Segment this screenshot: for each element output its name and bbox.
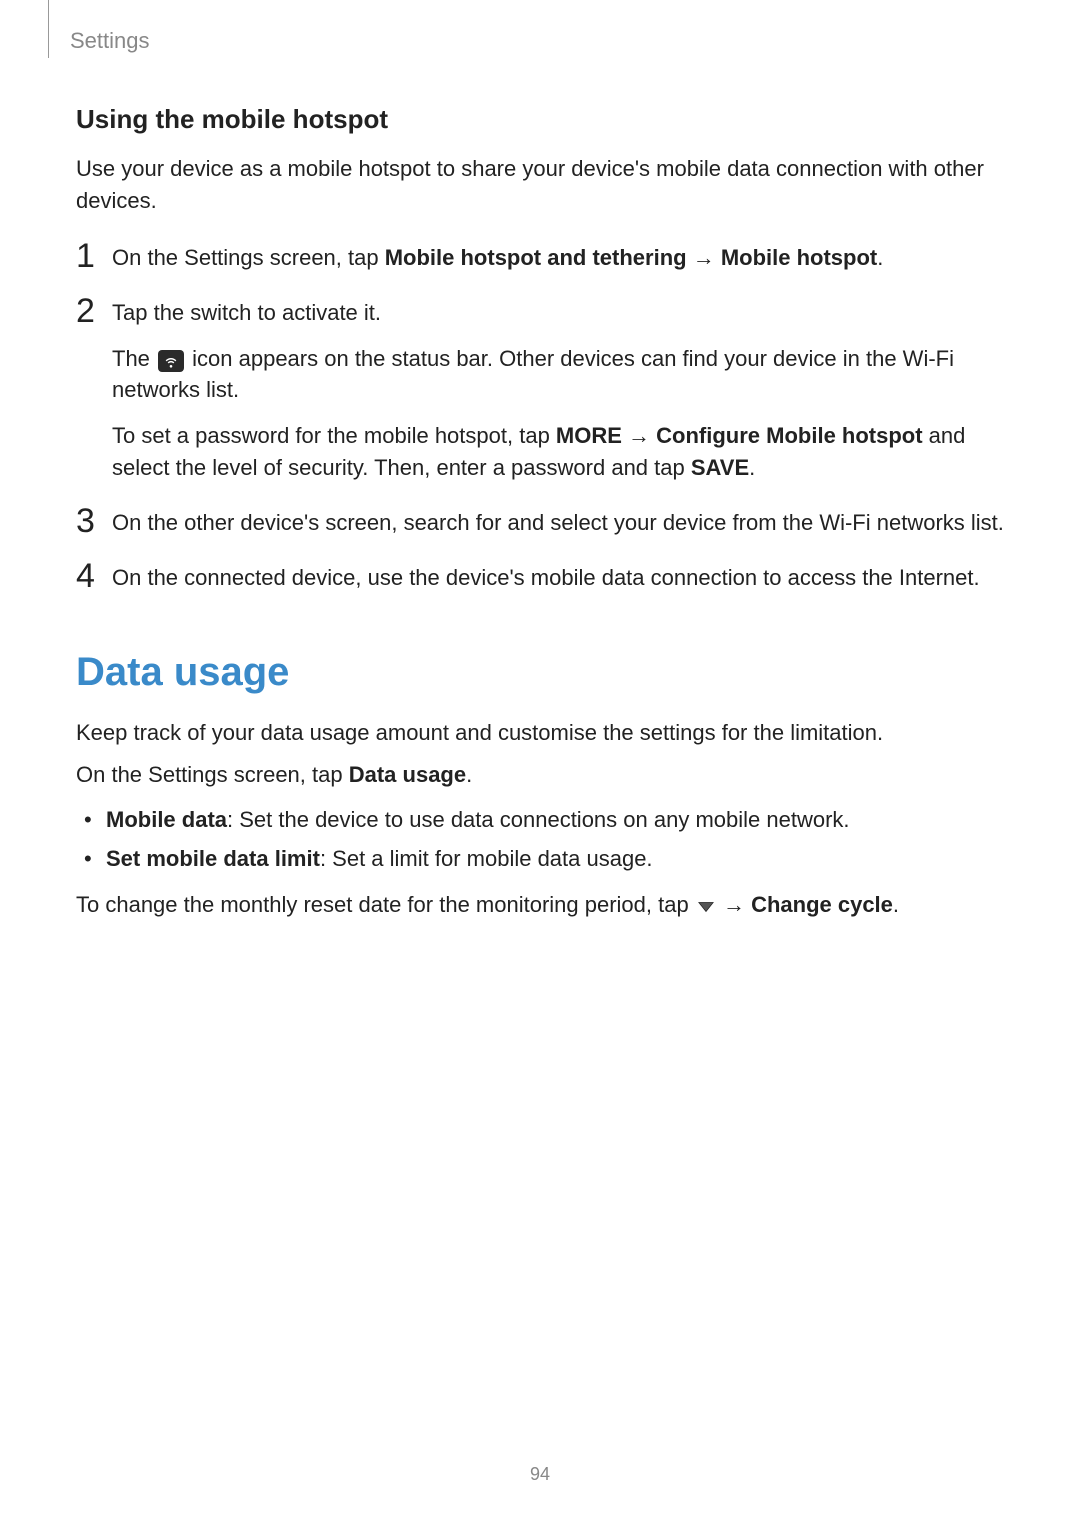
- bold-text: Mobile data: [106, 807, 227, 832]
- step-body: On the other device's screen, search for…: [112, 504, 1004, 539]
- step-number: 4: [76, 559, 112, 594]
- text: icon appears on the status bar. Other de…: [112, 346, 954, 403]
- step-body: On the Settings screen, tap Mobile hotsp…: [112, 239, 1004, 274]
- step-2: 2 Tap the switch to activate it. The ico…: [76, 294, 1004, 484]
- bullet-dot: •: [76, 803, 106, 836]
- bullet-list: • Mobile data: Set the device to use dat…: [76, 803, 1004, 875]
- text: On the other device's screen, search for…: [112, 507, 1004, 539]
- subheading: Using the mobile hotspot: [76, 104, 1004, 135]
- intro-paragraph: Use your device as a mobile hotspot to s…: [76, 153, 1004, 217]
- paragraph: Keep track of your data usage amount and…: [76, 717, 1004, 749]
- arrow: →: [717, 892, 751, 917]
- text: On the Settings screen, tap: [112, 245, 385, 270]
- bold-text: Configure Mobile hotspot: [656, 423, 922, 448]
- page-number: 94: [0, 1464, 1080, 1485]
- arrow: →: [622, 423, 656, 448]
- bold-text: SAVE: [691, 455, 749, 480]
- text: .: [877, 245, 883, 270]
- bullet-dot: •: [76, 842, 106, 875]
- step-number: 2: [76, 294, 112, 484]
- step-4: 4 On the connected device, use the devic…: [76, 559, 1004, 594]
- section-title: Data usage: [76, 650, 1004, 695]
- arrow: →: [687, 245, 721, 270]
- step-body: Tap the switch to activate it. The icon …: [112, 294, 1004, 484]
- page-content: Using the mobile hotspot Use your device…: [76, 104, 1004, 944]
- bold-text: Mobile hotspot: [721, 245, 877, 270]
- text: Tap the switch to activate it.: [112, 297, 1004, 329]
- list-item: • Set mobile data limit: Set a limit for…: [76, 842, 1004, 875]
- text: .: [749, 455, 755, 480]
- text: The: [112, 346, 156, 371]
- text: .: [466, 762, 472, 787]
- step-3: 3 On the other device's screen, search f…: [76, 504, 1004, 539]
- step-number: 1: [76, 239, 112, 274]
- list-item: • Mobile data: Set the device to use dat…: [76, 803, 1004, 836]
- ordered-steps: 1 On the Settings screen, tap Mobile hot…: [76, 239, 1004, 594]
- text: : Set the device to use data connections…: [227, 807, 850, 832]
- text: On the Settings screen, tap: [76, 762, 349, 787]
- text: .: [893, 892, 899, 917]
- bold-text: Data usage: [349, 762, 466, 787]
- step-number: 3: [76, 504, 112, 539]
- header-section-label: Settings: [70, 28, 150, 54]
- hotspot-icon: [158, 350, 184, 372]
- bold-text: Change cycle: [751, 892, 893, 917]
- text: : Set a limit for mobile data usage.: [320, 846, 653, 871]
- bold-text: Mobile hotspot and tethering: [385, 245, 687, 270]
- text: To change the monthly reset date for the…: [76, 892, 695, 917]
- step-body: On the connected device, use the device'…: [112, 559, 1004, 594]
- text: On the connected device, use the device'…: [112, 562, 1004, 594]
- paragraph: To change the monthly reset date for the…: [76, 889, 1004, 922]
- bold-text: Set mobile data limit: [106, 846, 320, 871]
- bold-text: MORE: [556, 423, 622, 448]
- dropdown-icon: [697, 890, 715, 922]
- text: To set a password for the mobile hotspot…: [112, 423, 556, 448]
- step-1: 1 On the Settings screen, tap Mobile hot…: [76, 239, 1004, 274]
- header-rule: [48, 0, 49, 58]
- paragraph: On the Settings screen, tap Data usage.: [76, 759, 1004, 791]
